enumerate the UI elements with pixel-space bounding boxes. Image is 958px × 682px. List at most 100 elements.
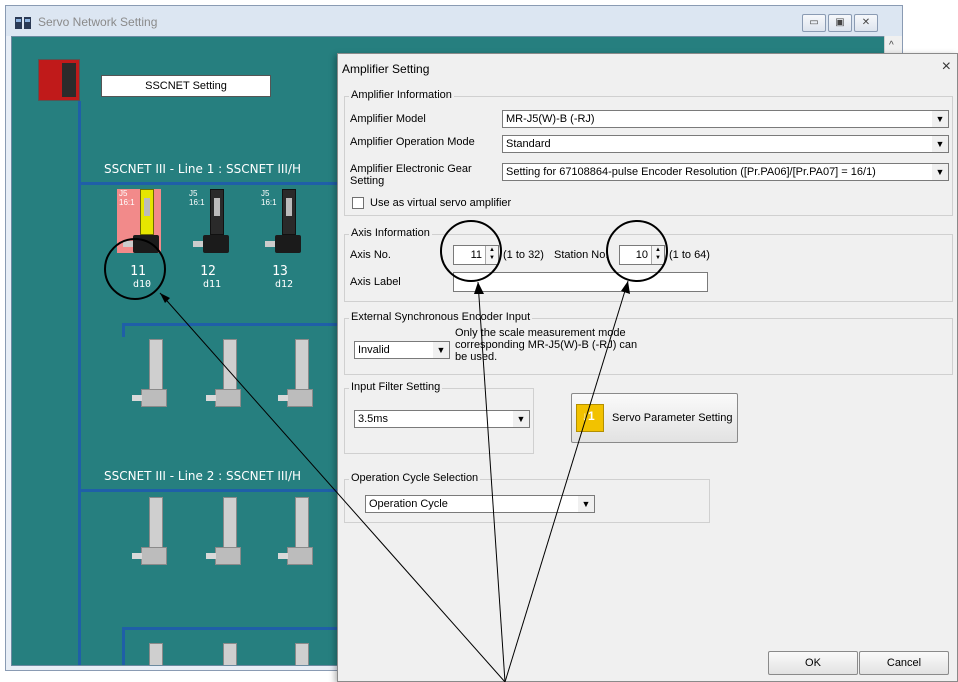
unconfigured-amplifier[interactable] [273,497,317,567]
chevron-down-icon: ▼ [932,164,948,180]
amplifier-axis-12[interactable]: J5 16:1 [187,189,231,253]
operation-mode-label: Amplifier Operation Mode [350,136,475,148]
line1-bus [78,182,348,185]
chevron-down-icon: ▼ [932,111,948,127]
amp-body [223,339,237,391]
electronic-gear-select[interactable]: Setting for 67108864-pulse Encoder Resol… [502,163,949,181]
amp-body [149,497,163,549]
unconfigured-amplifier[interactable] [273,643,317,665]
axis-label-input[interactable] [453,272,708,292]
select-value: Operation Cycle [369,498,448,510]
dialog-close-icon[interactable]: × [942,58,951,76]
servo-parameter-icon [576,404,604,432]
spinner-value: 11 [470,249,482,261]
spinner-arrows-icon[interactable]: ▲ ▼ [485,246,498,264]
sub-bus-1 [122,323,348,326]
chevron-down-icon: ▼ [578,496,594,512]
unconfigured-amplifier[interactable] [273,339,317,409]
sub-bus-1-drop [122,323,125,337]
motor-icon [132,389,167,407]
motor-icon [193,235,229,253]
chevron-down-icon: ▼ [433,342,449,358]
amp-body [140,189,154,235]
motor-icon [132,547,167,565]
sub-bus-2 [122,627,348,630]
operation-mode-select[interactable]: Standard ▼ [502,135,949,153]
unconfigured-amplifier[interactable] [127,339,171,409]
line2-label: SSCNET III - Line 2 : SSCNET III/H [104,469,302,483]
close-button[interactable]: ✕ [854,14,878,32]
servo-parameter-label: Servo Parameter Setting [612,412,733,424]
restore-button[interactable]: ▣ [828,14,852,32]
cancel-button[interactable]: Cancel [859,651,949,675]
motor-icon [206,389,241,407]
amplifier-model-label: Amplifier Model [350,113,426,125]
axis-no-label: Axis No. [350,249,391,261]
amp-body [295,497,309,549]
amp-body [223,643,237,665]
servo-parameter-setting-button[interactable]: Servo Parameter Setting [571,393,738,443]
amp-body [223,497,237,549]
amp-body [295,643,309,665]
group-label: Amplifier Information [349,89,454,101]
select-value: Setting for 67108864-pulse Encoder Resol… [506,166,876,178]
external-sync-encoder-select[interactable]: Invalid ▼ [354,341,450,359]
operation-cycle-select[interactable]: Operation Cycle ▼ [365,495,595,513]
motor-icon [265,235,301,253]
axis-number: 12 [200,264,216,279]
external-sync-note: Only the scale measurement mode correspo… [455,327,638,363]
amp-body [149,339,163,391]
scroll-up-icon[interactable]: ^ [889,40,894,51]
ok-button[interactable]: OK [768,651,858,675]
sscnet-setting-button[interactable]: SSCNET Setting [101,75,271,97]
amp-body [282,189,296,235]
amplifier-model-select[interactable]: MR-J5(W)-B (-RJ) ▼ [502,110,949,128]
station-number: d11 [202,279,222,290]
sub-bus-2-drop [122,627,125,665]
select-value: Invalid [358,344,390,356]
motor-icon [206,547,241,565]
motor-icon [123,235,159,253]
amplifier-setting-dialog: Amplifier Setting × Amplifier Informatio… [337,53,958,682]
select-value: MR-J5(W)-B (-RJ) [506,113,595,125]
screen: Servo Network Setting ▭ ▣ ✕ SSCNET Setti… [0,0,958,682]
unconfigured-amplifier[interactable] [201,497,245,567]
axis-no-spinner[interactable]: 11 ▲ ▼ [453,245,499,265]
network-trunk-line [78,101,81,665]
station-number: d10 [132,279,152,290]
amplifier-axis-13[interactable]: J5 16:1 [259,189,303,253]
select-value: Standard [506,138,551,150]
axis-label-label: Axis Label [350,276,401,288]
unconfigured-amplifier[interactable] [201,643,245,665]
spinner-value: 10 [635,249,648,261]
chevron-down-icon: ▼ [932,136,948,152]
group-label: External Synchronous Encoder Input [349,311,533,323]
station-no-spinner[interactable]: 10 ▲ ▼ [619,245,665,265]
axis-no-range: (1 to 32) [503,249,544,261]
dialog-title: Amplifier Setting [342,62,430,76]
select-value: 3.5ms [358,413,388,425]
axis-number: 13 [272,264,288,279]
virtual-amplifier-checkbox[interactable] [352,197,364,209]
axis-number: 11 [130,264,146,279]
amplifier-axis-11[interactable]: J5 16:1 [117,189,161,253]
unconfigured-amplifier[interactable] [127,643,171,665]
motor-icon [278,389,313,407]
amp-body [210,189,224,235]
chevron-down-icon: ▼ [513,411,529,427]
input-filter-select[interactable]: 3.5ms ▼ [354,410,530,428]
amp-tag: J5 16:1 [189,189,205,207]
minimize-button[interactable]: ▭ [802,14,826,32]
station-number: d12 [274,279,294,290]
amp-body [149,643,163,665]
unconfigured-amplifier[interactable] [127,497,171,567]
amp-tag: J5 16:1 [119,189,135,207]
electronic-gear-label: Amplifier Electronic Gear [350,163,472,175]
spinner-arrows-icon[interactable]: ▲ ▼ [651,246,664,264]
unconfigured-amplifier[interactable] [201,339,245,409]
amp-body [295,339,309,391]
cpu-module-icon[interactable] [38,59,80,101]
group-label: Operation Cycle Selection [349,472,481,484]
virtual-amplifier-label: Use as virtual servo amplifier [370,197,512,209]
station-no-range: (1 to 64) [669,249,710,261]
